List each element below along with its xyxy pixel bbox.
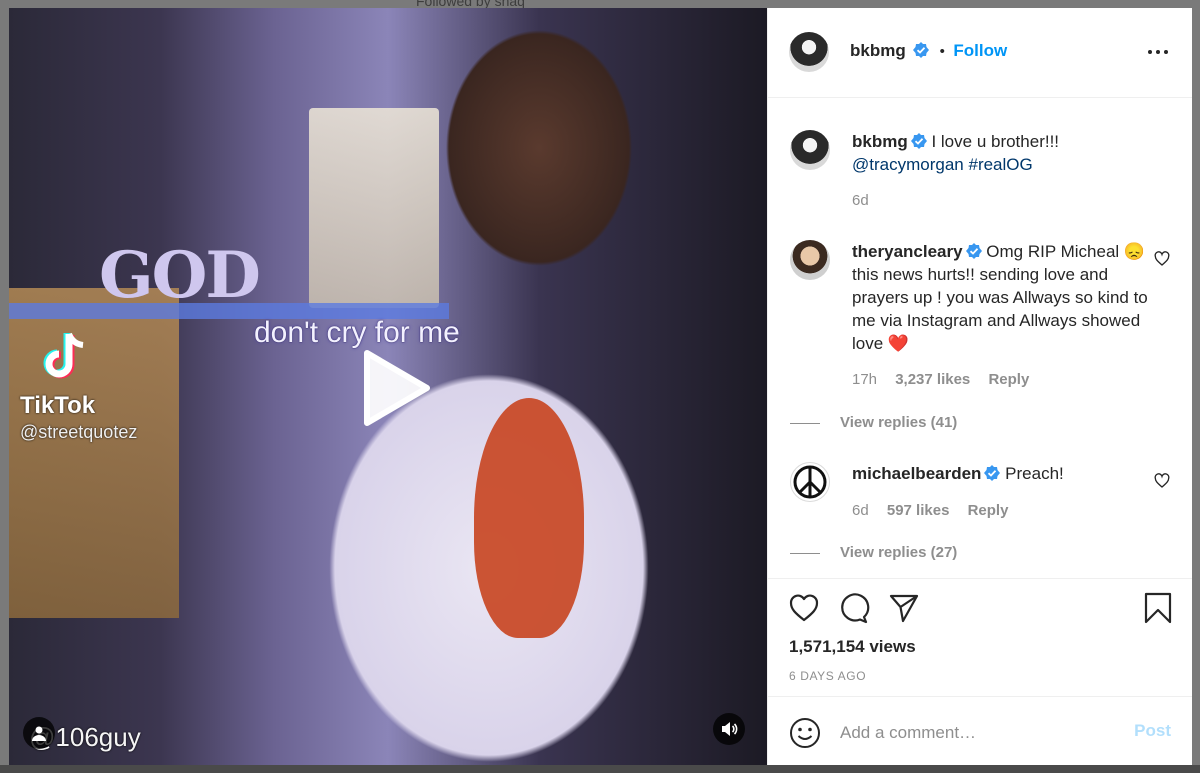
like-comment-heart-icon[interactable] — [1154, 473, 1170, 489]
comment-timestamp[interactable]: 6d — [852, 502, 869, 519]
comment-input[interactable] — [838, 719, 1102, 747]
caption-username[interactable]: bkbmg — [852, 132, 908, 151]
tagged-users-button[interactable] — [23, 717, 55, 749]
view-replies-button[interactable]: View replies (41) — [790, 414, 957, 431]
emoji-smiley-icon[interactable] — [789, 717, 821, 749]
share-send-icon[interactable] — [888, 592, 920, 624]
comment-timestamp[interactable]: 17h — [852, 371, 877, 388]
caption-timestamp[interactable]: 6d — [852, 192, 869, 209]
avatar[interactable] — [790, 240, 830, 280]
backdrop-bottom-strip — [0, 765, 1200, 773]
user-icon — [32, 726, 46, 741]
view-replies-button[interactable]: View replies (27) — [790, 544, 957, 561]
post-video[interactable]: GOD don't cry for me TikTok @streetquote… — [9, 8, 767, 766]
speaker-icon — [722, 722, 738, 736]
comment-reply-button[interactable]: Reply — [968, 502, 1009, 519]
bookmark-icon[interactable] — [1142, 592, 1174, 624]
comment-likes[interactable]: 3,237 likes — [895, 371, 970, 388]
video-background-trophy — [309, 108, 439, 308]
tiktok-logo-icon — [43, 332, 84, 379]
caption-mention-link[interactable]: @tracymorgan — [852, 155, 964, 174]
caption-body: I love u brother!!! — [926, 132, 1060, 151]
tiktok-handle: @streetquotez — [20, 422, 138, 442]
caption-text: bkbmg I love u brother!!! @tracymorgan #… — [852, 130, 1152, 176]
video-background-panel — [9, 288, 179, 618]
comment-bubble-icon[interactable] — [838, 592, 870, 624]
post-header: bkbmg • Follow — [768, 8, 1192, 98]
post-comment-button[interactable]: Post — [1134, 721, 1171, 741]
comment-username[interactable]: theryancleary — [852, 242, 963, 261]
avatar[interactable] — [790, 462, 830, 502]
comment-likes[interactable]: 597 likes — [887, 502, 950, 519]
comment-body: Preach! — [1000, 464, 1064, 483]
audio-toggle-button[interactable] — [713, 713, 745, 745]
post-sidebar: bkbmg • Follow bkbmg I love u brother!!!… — [767, 8, 1192, 766]
verified-badge-icon — [984, 465, 1001, 481]
header-separator: • — [939, 43, 945, 60]
tiktok-brand: TikTok — [20, 392, 96, 419]
verified-badge-icon — [913, 42, 930, 58]
post-actions: 1,571,154 views 6 DAYS AGO — [768, 578, 1192, 697]
header-username[interactable]: bkbmg — [850, 41, 906, 60]
like-heart-icon[interactable] — [788, 592, 820, 624]
like-comment-heart-icon[interactable] — [1154, 251, 1170, 267]
caption-hashtag-link[interactable]: #realOG — [968, 155, 1032, 174]
comment-item: michaelbearden Preach! 6d 597 likes Repl… — [790, 462, 1170, 572]
comment-item: theryancleary Omg RIP Micheal 😞 this new… — [790, 240, 1170, 440]
comment-text: theryancleary Omg RIP Micheal 😞 this new… — [852, 240, 1152, 355]
post-caption: bkbmg I love u brother!!! @tracymorgan #… — [790, 130, 1170, 220]
play-icon[interactable] — [349, 343, 439, 433]
comment-text: michaelbearden Preach! — [852, 462, 1152, 485]
follow-button[interactable]: Follow — [953, 41, 1007, 60]
avatar[interactable] — [789, 32, 829, 72]
comment-reply-button[interactable]: Reply — [988, 371, 1029, 388]
comments-list[interactable]: bkbmg I love u brother!!! @tracymorgan #… — [768, 98, 1192, 576]
comment-username[interactable]: michaelbearden — [852, 464, 981, 483]
post-date[interactable]: 6 DAYS AGO — [789, 669, 866, 683]
view-count[interactable]: 1,571,154 views — [789, 637, 916, 657]
verified-badge-icon — [910, 133, 927, 149]
avatar[interactable] — [790, 130, 830, 170]
verified-badge-icon — [965, 243, 982, 259]
more-options-icon[interactable] — [1146, 42, 1170, 62]
comment-composer: Post — [768, 696, 1192, 767]
peace-sign-icon — [793, 465, 827, 499]
video-shirt-stripe — [474, 398, 584, 638]
video-background-sign: GOD — [99, 238, 261, 313]
